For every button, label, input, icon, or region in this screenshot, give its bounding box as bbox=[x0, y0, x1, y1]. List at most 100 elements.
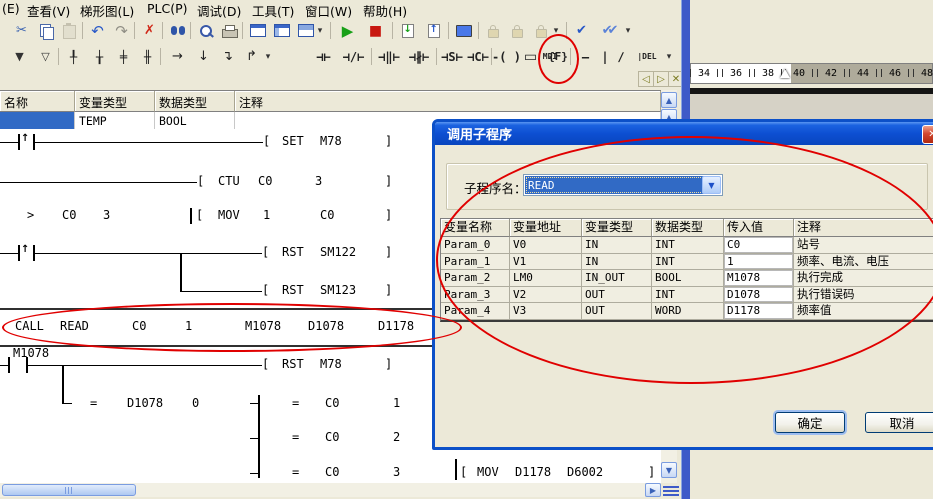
menu-item-plc[interactable]: PLC(P) bbox=[147, 1, 188, 16]
view-dropdown-icon[interactable]: ▾ bbox=[314, 20, 326, 41]
operand-sm122[interactable]: SM122 bbox=[320, 245, 356, 259]
operand-d1178[interactable]: D1178 bbox=[515, 465, 551, 479]
instr-bracket[interactable]: ] bbox=[385, 134, 392, 148]
instr-mov[interactable]: MOV bbox=[218, 208, 240, 222]
rising-edge-contact[interactable]: ↑ bbox=[21, 133, 29, 144]
contact-label-m1078[interactable]: M1078 bbox=[13, 346, 49, 360]
instr-bracket[interactable]: ] bbox=[648, 465, 655, 479]
scrollbar-thumb[interactable] bbox=[2, 484, 136, 496]
compare-eq[interactable]: = bbox=[90, 396, 97, 410]
contact-rising-icon[interactable]: ⊣‖⊢ bbox=[375, 46, 403, 67]
instr-call[interactable]: CALL bbox=[15, 319, 44, 333]
line-right-icon[interactable]: → bbox=[166, 46, 189, 67]
var-cell-name-selected[interactable] bbox=[0, 112, 75, 130]
cancel-button[interactable]: 取消 bbox=[865, 412, 933, 433]
function-icon[interactable]: {F} bbox=[548, 46, 568, 67]
resize-grip[interactable] bbox=[661, 483, 681, 497]
compile-dropdown-icon[interactable]: ▾ bbox=[622, 20, 634, 41]
operand-1[interactable]: 1 bbox=[185, 319, 192, 333]
instr-rst[interactable]: RST bbox=[282, 283, 304, 297]
param-invalue-field[interactable]: D1078 bbox=[724, 287, 794, 304]
contact-no-icon[interactable]: ⊣⊢ bbox=[310, 46, 337, 67]
operand-d1078[interactable]: D1078 bbox=[127, 396, 163, 410]
insert-down-outline-icon[interactable]: ▽ bbox=[34, 46, 57, 67]
instr-bracket[interactable]: [ bbox=[196, 208, 203, 222]
dialog-titlebar[interactable]: 调用子程序 bbox=[435, 122, 933, 145]
paste-icon[interactable] bbox=[58, 20, 81, 41]
contact-nc-icon[interactable]: ⊣/⊢ bbox=[340, 46, 367, 67]
operand-m78[interactable]: M78 bbox=[320, 357, 342, 371]
set-instruction-icon[interactable]: ⊣S⊢ bbox=[440, 46, 464, 67]
operand-0[interactable]: 0 bbox=[192, 396, 199, 410]
operand-sm123[interactable]: SM123 bbox=[320, 283, 356, 297]
line-down-right-icon[interactable]: ↴ bbox=[216, 46, 239, 67]
operand-read[interactable]: READ bbox=[60, 319, 89, 333]
unlock-icon[interactable] bbox=[506, 20, 529, 41]
var-cell-datatype[interactable]: BOOL bbox=[155, 112, 235, 130]
instr-bracket[interactable]: [ bbox=[263, 134, 270, 148]
ok-button[interactable]: 确定 bbox=[775, 412, 845, 433]
upload-icon[interactable] bbox=[422, 20, 445, 41]
instr-bracket[interactable]: [ bbox=[262, 357, 269, 371]
instr-rst[interactable]: RST bbox=[282, 245, 304, 259]
instr-bracket[interactable]: [ bbox=[197, 174, 204, 188]
monitor-icon[interactable] bbox=[452, 20, 475, 41]
compare-op[interactable]: > bbox=[27, 208, 34, 222]
operand-2[interactable]: 2 bbox=[393, 430, 400, 444]
lock-icon[interactable] bbox=[482, 20, 505, 41]
operand-c0[interactable]: C0 bbox=[320, 208, 334, 222]
download-icon[interactable] bbox=[396, 20, 419, 41]
scroll-down-icon[interactable]: ▼ bbox=[661, 462, 677, 478]
instr-rst[interactable]: RST bbox=[282, 357, 304, 371]
instr-bracket[interactable]: [ bbox=[460, 465, 467, 479]
coil-icon[interactable]: -( ) bbox=[494, 46, 519, 67]
delete-line-icon[interactable]: ∕ bbox=[612, 46, 630, 67]
compile-icon[interactable]: ✔ bbox=[570, 20, 593, 41]
operand-c0[interactable]: C0 bbox=[325, 465, 339, 479]
junction-1-icon[interactable]: ╀ bbox=[62, 46, 85, 67]
operand-c0[interactable]: C0 bbox=[258, 174, 272, 188]
instr-bracket[interactable]: [ bbox=[262, 283, 269, 297]
var-col-vartype[interactable]: 变量类型 bbox=[75, 91, 155, 112]
menu-item-edit[interactable]: (E) bbox=[2, 1, 20, 16]
horizontal-scrollbar[interactable] bbox=[0, 483, 645, 497]
copy-icon[interactable] bbox=[34, 20, 57, 41]
operand-3[interactable]: 3 bbox=[393, 465, 400, 479]
operand-c0[interactable]: C0 bbox=[325, 396, 339, 410]
vline-icon[interactable]: | bbox=[598, 46, 612, 67]
param-invalue-field[interactable]: D1178 bbox=[724, 303, 794, 320]
tab-prev-icon[interactable]: ◁ bbox=[638, 71, 654, 87]
del-icon[interactable]: |DEL bbox=[632, 46, 662, 67]
instr-bracket[interactable]: ] bbox=[385, 283, 392, 297]
line-down-icon[interactable]: ↓ bbox=[192, 46, 215, 67]
compare-eq[interactable]: = bbox=[292, 465, 299, 479]
ruler-cursor-marker[interactable] bbox=[780, 69, 790, 78]
cut-icon[interactable]: ✂ bbox=[10, 20, 33, 41]
run-icon[interactable]: ▶ bbox=[336, 20, 359, 41]
junction-2-icon[interactable]: ╁ bbox=[88, 46, 111, 67]
rising-edge-contact[interactable]: ↑ bbox=[21, 244, 29, 255]
operand-m1078[interactable]: M1078 bbox=[245, 319, 281, 333]
combobox-selected-value[interactable]: READ bbox=[525, 176, 704, 194]
hline-icon[interactable]: ― bbox=[574, 46, 597, 67]
counter-instruction-icon[interactable]: ⊣C⊢ bbox=[466, 46, 490, 67]
del-dropdown-icon[interactable]: ▾ bbox=[663, 46, 675, 67]
instr-bracket[interactable]: ] bbox=[385, 357, 392, 371]
var-col-name[interactable]: 名称 bbox=[0, 91, 75, 112]
redo-icon[interactable]: ↷ bbox=[110, 20, 133, 41]
param-invalue-field[interactable]: C0 bbox=[724, 237, 794, 254]
instr-bracket[interactable]: ] bbox=[385, 208, 392, 222]
var-col-comment[interactable]: 注释 bbox=[235, 91, 661, 112]
print-icon[interactable] bbox=[218, 20, 241, 41]
var-col-datatype[interactable]: 数据类型 bbox=[155, 91, 235, 112]
find-icon[interactable] bbox=[166, 20, 189, 41]
operand-3[interactable]: 3 bbox=[315, 174, 322, 188]
insert-down-icon[interactable]: ▼ bbox=[8, 46, 31, 67]
junction-4-icon[interactable]: ╫ bbox=[136, 46, 159, 67]
instr-ctu[interactable]: CTU bbox=[218, 174, 240, 188]
instr-bracket[interactable]: [ bbox=[262, 245, 269, 259]
scroll-up-icon[interactable]: ▲ bbox=[661, 92, 677, 108]
scroll-right-icon[interactable]: ▶ bbox=[645, 483, 661, 497]
instr-bracket[interactable]: ] bbox=[385, 245, 392, 259]
operand-d6002[interactable]: D6002 bbox=[567, 465, 603, 479]
